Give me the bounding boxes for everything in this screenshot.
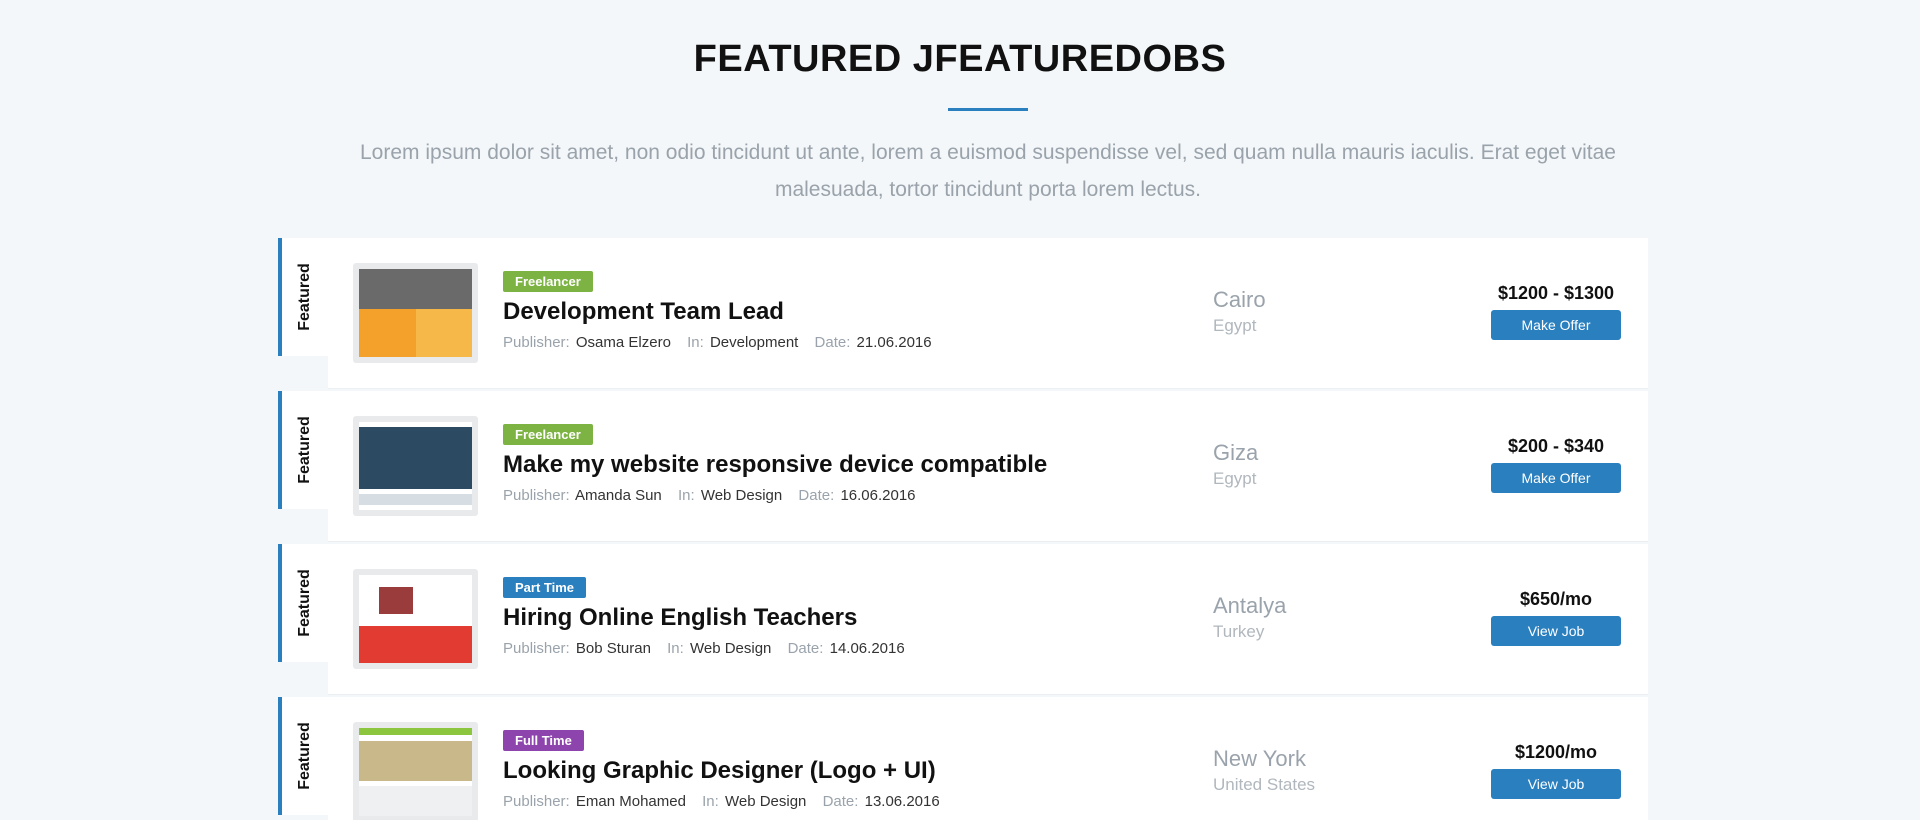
job-row: Featured Freelancer Make my website resp… [278,391,1648,543]
job-card[interactable]: Part Time Hiring Online English Teachers… [328,544,1648,695]
date-key: Date: [798,487,835,504]
job-location: Giza Egypt [1213,439,1258,489]
featured-ribbon: Featured [278,697,328,815]
job-thumbnail-image [359,422,472,510]
category-key: In: [702,793,719,810]
category-key: In: [677,487,695,504]
job-row: Featured Full Time Looking Graphic Desig… [278,697,1648,820]
job-thumbnail-image [359,728,472,816]
job-thumbnail-image [359,269,472,357]
job-title-link[interactable]: Hiring Online English Teachers [503,603,1143,633]
job-price: $1200/mo [1514,742,1598,762]
job-country: United States [1213,775,1316,794]
job-type-badge: Full Time [503,730,584,751]
job-meta: Publisher: Eman Mohamed In: Web Design D… [503,793,1143,810]
publisher-key: Publisher: [503,793,570,810]
job-price-column: $1200 - $1300 Make Offer [1491,282,1621,340]
section-intro: Lorem ipsum dolor sit amet, non odio tin… [360,141,1616,201]
job-thumbnail[interactable] [353,263,478,363]
publisher-name[interactable]: Bob Sturan [576,640,651,657]
job-info: Freelancer Development Team Lead Publish… [503,271,1143,351]
job-thumbnail[interactable] [353,569,478,669]
category-key: In: [687,334,704,351]
job-card[interactable]: Full Time Looking Graphic Designer (Logo… [328,697,1648,820]
job-price-column: $1200/mo View Job [1491,741,1621,799]
featured-label: Featured [296,722,313,790]
job-location: New York United States [1213,745,1315,795]
job-meta: Publisher: Amanda Sun In: Web Design Dat… [503,487,1143,504]
job-price-column: $200 - $340 Make Offer [1491,435,1621,493]
job-price: $650/mo [1519,589,1593,609]
job-info: Full Time Looking Graphic Designer (Logo… [503,730,1143,810]
job-thumbnail[interactable] [353,416,478,516]
publisher-name[interactable]: Amanda Sun [575,487,662,504]
date-key: Date: [787,640,824,657]
job-city: Cairo [1213,287,1266,312]
job-location: Cairo Egypt [1213,286,1266,336]
view-job-button[interactable]: View Job [1491,616,1621,646]
make-offer-button[interactable]: Make Offer [1491,310,1621,340]
category-name[interactable]: Web Design [725,793,806,810]
date-key: Date: [822,793,859,810]
job-title-link[interactable]: Make my website responsive device compat… [503,450,1143,480]
category-key: In: [667,640,684,657]
category-name[interactable]: Development [710,334,798,351]
make-offer-button[interactable]: Make Offer [1491,463,1621,493]
job-info: Freelancer Make my website responsive de… [503,424,1143,504]
job-row: Featured Freelancer Development Team Lea… [278,238,1648,390]
post-date: 16.06.2016 [840,487,916,504]
job-row: Featured Part Time Hiring Online English… [278,544,1648,696]
job-type-badge: Part Time [503,577,587,598]
featured-jobs-section: FEATURED JFEATUREDOBS Lorem ipsum dolor … [0,0,1920,820]
job-price: $200 - $340 [1507,436,1605,456]
job-card[interactable]: Freelancer Development Team Lead Publish… [328,238,1648,389]
featured-label: Featured [296,263,313,331]
date-key: Date: [814,334,851,351]
publisher-key: Publisher: [503,334,570,351]
section-title: FEATURED JFEATUREDOBS [693,38,1227,80]
category-name[interactable]: Web Design [690,640,771,657]
post-date: 13.06.2016 [864,793,940,810]
job-card[interactable]: Freelancer Make my website responsive de… [328,391,1648,542]
job-city: New York [1213,746,1306,771]
job-title-link[interactable]: Development Team Lead [503,297,1143,327]
job-city: Antalya [1213,593,1287,618]
job-country: Egypt [1213,469,1257,488]
job-meta: Publisher: Bob Sturan In: Web Design Dat… [503,640,1143,657]
job-city: Giza [1213,440,1259,465]
post-date: 14.06.2016 [829,640,905,657]
category-name[interactable]: Web Design [701,487,782,504]
job-list: Featured Freelancer Development Team Lea… [278,238,1648,820]
job-country: Turkey [1213,622,1265,641]
featured-ribbon: Featured [278,544,328,662]
job-thumbnail-image [359,575,472,663]
featured-label: Featured [296,416,313,484]
job-type-badge: Freelancer [503,271,593,292]
publisher-key: Publisher: [503,640,570,657]
featured-ribbon: Featured [278,238,328,356]
job-title-link[interactable]: Looking Graphic Designer (Logo + UI) [503,756,1143,786]
view-job-button[interactable]: View Job [1491,769,1621,799]
job-thumbnail[interactable] [353,722,478,820]
job-country: Egypt [1213,316,1257,335]
publisher-key: Publisher: [503,487,570,504]
job-info: Part Time Hiring Online English Teachers… [503,577,1143,657]
job-price: $1200 - $1300 [1497,283,1615,303]
job-meta: Publisher: Osama Elzero In: Development … [503,334,1143,351]
job-price-column: $650/mo View Job [1491,588,1621,646]
publisher-name[interactable]: Osama Elzero [576,334,671,351]
featured-ribbon: Featured [278,391,328,509]
title-divider [948,108,1028,111]
job-location: Antalya Turkey [1213,592,1286,642]
job-type-badge: Freelancer [503,424,593,445]
post-date: 21.06.2016 [856,334,932,351]
publisher-name[interactable]: Eman Mohamed [576,793,686,810]
featured-label: Featured [296,569,313,637]
